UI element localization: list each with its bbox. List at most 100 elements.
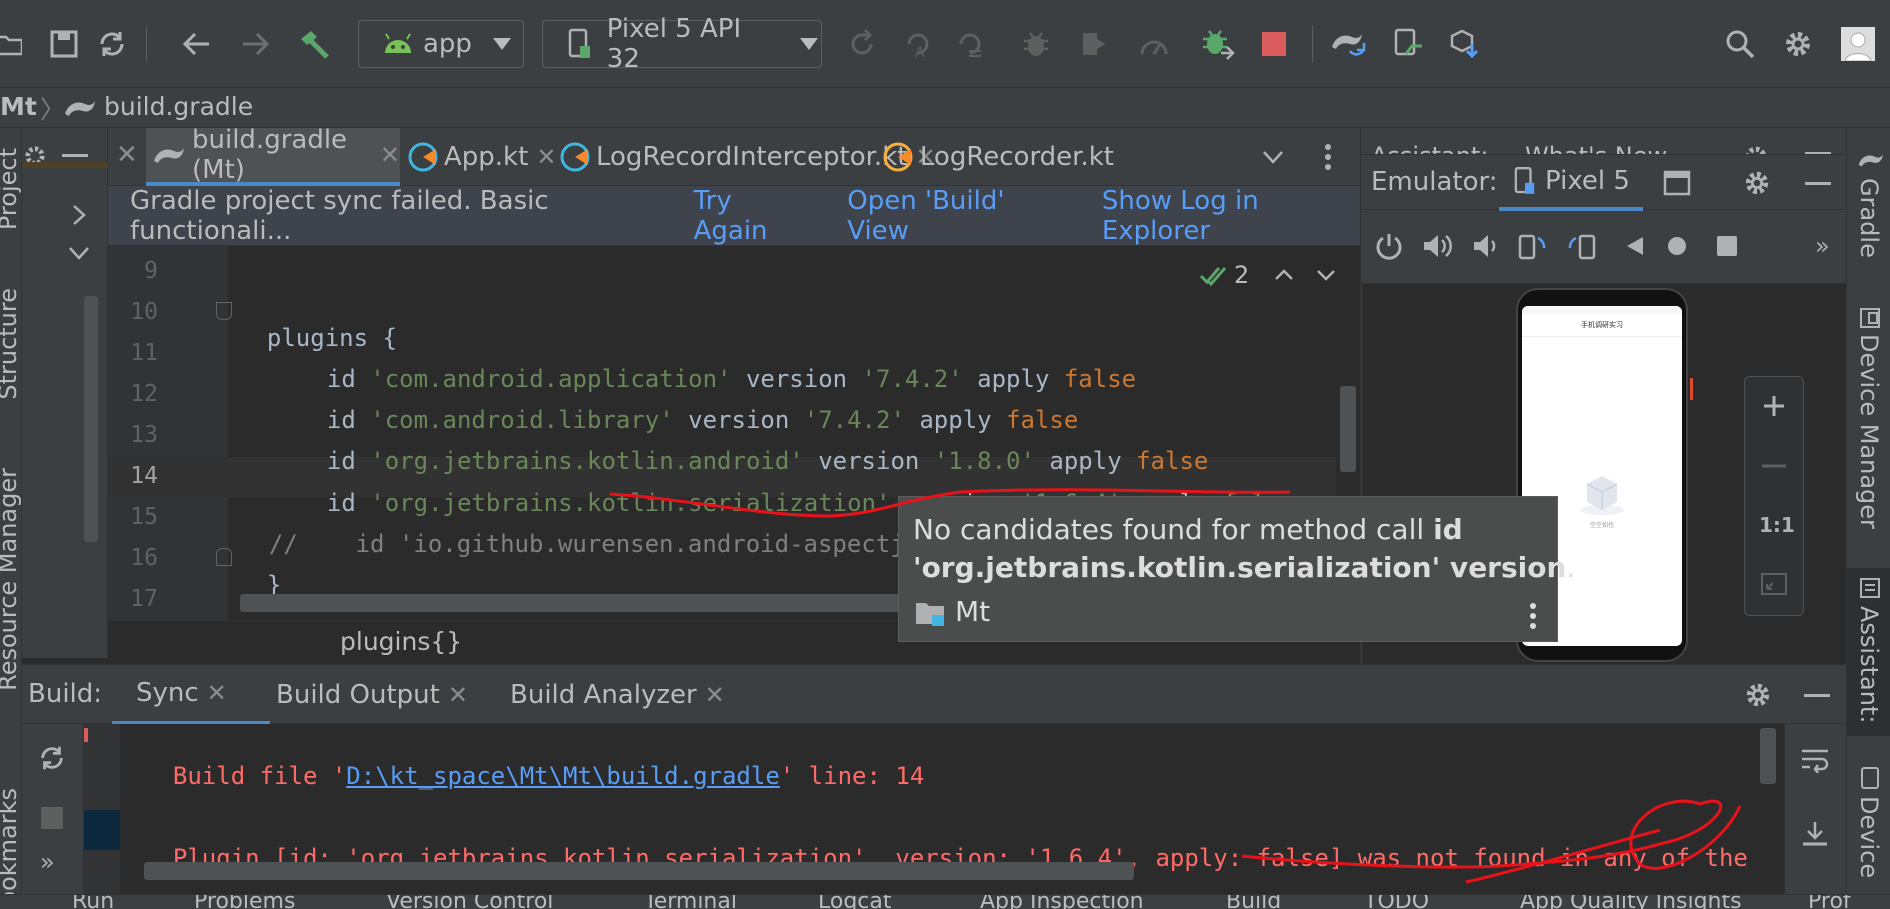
run-config-combo[interactable]: app	[358, 20, 524, 68]
volume-down-icon[interactable]	[1467, 228, 1503, 264]
resource-manager-tool-label[interactable]: Resource Manager	[0, 468, 21, 691]
more-vertical-icon[interactable]	[1318, 142, 1338, 172]
gauge-icon[interactable]	[1134, 24, 1174, 64]
device-manager-toolbar-icon[interactable]	[1386, 22, 1430, 66]
bottom-tab-profiler[interactable]: Prof	[1808, 895, 1851, 909]
try-again-link[interactable]: Try Again	[694, 186, 808, 246]
chevron-down-icon[interactable]	[1313, 262, 1339, 288]
show-log-link[interactable]: Show Log in Explorer	[1102, 186, 1360, 246]
gear-icon[interactable]	[1742, 679, 1774, 711]
device-combo[interactable]: Pixel 5 API 32	[542, 14, 822, 74]
bottom-tab-todo[interactable]: TODO	[1364, 895, 1429, 909]
emulator-device-tab[interactable]: Pixel 5	[1499, 155, 1643, 211]
debug-bug-icon[interactable]	[1016, 24, 1056, 64]
breadcrumb-item[interactable]: plugins{}	[340, 627, 462, 656]
gear-icon[interactable]	[20, 136, 50, 176]
close-icon[interactable]: ✕	[207, 679, 227, 707]
chevron-down-icon[interactable]	[64, 238, 94, 268]
rerun-icon[interactable]	[842, 24, 882, 64]
assistant-tool-label[interactable]: Assistant:	[1855, 606, 1883, 723]
close-icon[interactable]: ✕	[536, 143, 556, 171]
bottom-tab-version-control[interactable]: Version Control	[386, 895, 553, 909]
sync-icon[interactable]	[34, 740, 70, 776]
more-controls-icon[interactable]: »	[1815, 232, 1830, 260]
avatar[interactable]	[1838, 24, 1878, 64]
gear-icon[interactable]	[1741, 142, 1771, 154]
more-controls-icon[interactable]: »	[40, 848, 55, 876]
zoom-actual-size-icon[interactable]: 1:1	[1759, 513, 1795, 537]
gear-icon[interactable]	[1741, 167, 1773, 199]
attach-debugger-icon[interactable]	[1196, 22, 1240, 66]
sync-gradle-icon[interactable]	[1326, 22, 1370, 66]
open-build-view-link[interactable]: Open 'Build' View	[847, 186, 1062, 246]
build-hammer-icon[interactable]	[292, 22, 336, 66]
gear-icon[interactable]	[1776, 22, 1820, 66]
window-icon[interactable]	[1661, 167, 1693, 199]
apply-changes-icon[interactable]: A	[898, 24, 938, 64]
soft-wrap-icon[interactable]	[1797, 742, 1833, 778]
apply-code-changes-icon[interactable]	[950, 24, 990, 64]
chevron-right-icon[interactable]	[64, 200, 94, 230]
bottom-tab-app-quality-insights[interactable]: App Quality Insights	[1520, 895, 1742, 909]
open-folder-icon[interactable]	[0, 24, 24, 64]
hide-panel-icon[interactable]	[62, 154, 88, 157]
inspection-widget[interactable]: 2	[1198, 260, 1348, 290]
more-vertical-icon[interactable]	[1525, 601, 1541, 631]
close-icon[interactable]: ✕	[705, 681, 725, 709]
bottom-tab-logcat[interactable]: Logcat	[818, 895, 892, 909]
zoom-fit-icon[interactable]	[1759, 569, 1789, 599]
editor-horizontal-scrollbar[interactable]	[240, 594, 920, 612]
rotate-right-icon[interactable]	[1563, 228, 1599, 264]
whats-new-tab[interactable]: What's New	[1525, 142, 1667, 154]
close-icon[interactable]: ✕	[448, 681, 468, 709]
bottom-tab-app-inspection[interactable]: App Inspection	[980, 895, 1144, 909]
search-icon[interactable]	[1718, 22, 1762, 66]
fold-marker-icon[interactable]	[216, 548, 232, 566]
close-icon[interactable]: ✕	[380, 141, 400, 169]
bottom-tab-terminal[interactable]: Terminal	[644, 895, 737, 909]
save-icon[interactable]	[44, 24, 84, 64]
bottom-tab-problems[interactable]: Problems	[194, 895, 295, 909]
bookmarks-tool-label[interactable]: Bookmarks	[0, 788, 21, 909]
console-horizontal-scrollbar[interactable]	[144, 862, 1134, 880]
volume-up-icon[interactable]	[1419, 228, 1455, 264]
zoom-in-icon[interactable]	[1759, 391, 1789, 421]
forward-arrow-icon[interactable]	[236, 24, 276, 64]
fold-marker-icon[interactable]	[216, 302, 232, 320]
nav-file[interactable]: build.gradle	[104, 92, 253, 121]
tab-app-kt[interactable]: App.kt ✕	[404, 128, 556, 186]
bottom-tab-build[interactable]: Build	[1226, 895, 1281, 909]
sync-icon[interactable]	[92, 24, 132, 64]
gradle-tool-label[interactable]: Gradle	[1855, 178, 1883, 258]
hide-panel-icon[interactable]	[1805, 182, 1831, 185]
profile-icon[interactable]	[1074, 24, 1114, 64]
close-icon[interactable]: ✕	[116, 140, 138, 170]
assistant-tab[interactable]: Assistant:	[1371, 142, 1488, 154]
back-triangle-icon[interactable]	[1617, 228, 1653, 264]
back-arrow-icon[interactable]	[176, 24, 216, 64]
chevron-up-icon[interactable]	[1271, 262, 1297, 288]
overview-square-icon[interactable]	[1709, 228, 1745, 264]
editor-vertical-scrollbar[interactable]	[1340, 386, 1356, 472]
tab-logrecordinterceptor-kt[interactable]: LogRecordInterceptor.kt ✕	[556, 128, 936, 186]
nav-project[interactable]: Mt	[0, 92, 37, 121]
power-icon[interactable]	[1371, 228, 1407, 264]
bottom-tab-run[interactable]: Run	[72, 895, 114, 909]
tab-build-analyzer[interactable]: Build Analyzer ✕	[510, 665, 740, 725]
zoom-out-icon[interactable]	[1759, 451, 1789, 481]
console-vertical-scrollbar[interactable]	[1760, 728, 1776, 784]
tab-build-output[interactable]: Build Output ✕	[274, 665, 484, 725]
sdk-manager-icon[interactable]	[1442, 22, 1486, 66]
project-tool-label[interactable]: Project	[0, 148, 21, 230]
tab-build-gradle[interactable]: build.gradle (Mt) ✕	[146, 125, 400, 186]
chevron-down-icon[interactable]	[1258, 142, 1288, 172]
structure-tool-label[interactable]: Structure	[0, 288, 21, 400]
scroll-to-end-icon[interactable]	[1797, 816, 1833, 852]
stop-icon[interactable]	[1254, 24, 1294, 64]
panel-scrollbar[interactable]	[84, 296, 98, 542]
device-tool-label[interactable]: Device	[1855, 796, 1883, 878]
tab-sync[interactable]: Sync ✕	[112, 665, 270, 725]
hide-panel-icon[interactable]	[1804, 694, 1830, 697]
home-circle-icon[interactable]	[1659, 228, 1695, 264]
build-file-link[interactable]: D:\kt_space\Mt\Mt\build.gradle	[346, 762, 779, 790]
